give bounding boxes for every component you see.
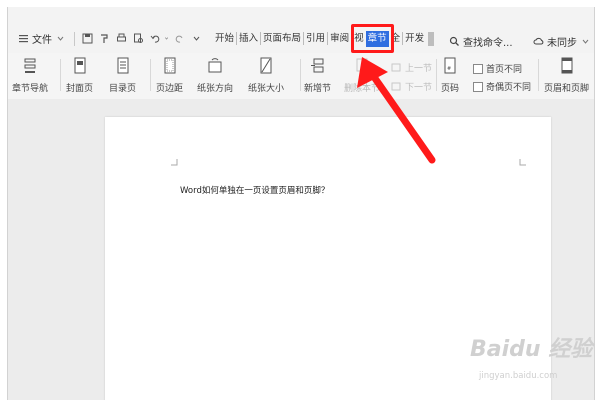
page-number-button[interactable]: # 页码	[441, 53, 459, 94]
toc-page-icon	[117, 57, 128, 74]
paper-size-icon	[260, 57, 272, 74]
chevron-down-icon	[57, 36, 64, 41]
header-footer-button[interactable]: 页眉和页脚	[544, 53, 589, 94]
margin-corner-mark	[171, 159, 178, 166]
header-footer-icon	[561, 57, 572, 74]
next-section-label: 下一节	[405, 83, 433, 93]
tab-references[interactable]: 引用	[304, 31, 327, 47]
format-painter-icon[interactable]	[99, 33, 110, 44]
margins-icon	[164, 57, 175, 74]
chevron-down-icon[interactable]	[164, 33, 171, 44]
section-navigation-icon	[24, 58, 36, 73]
save-icon[interactable]	[82, 33, 93, 44]
page-number-label: 页码	[441, 84, 460, 94]
redo-icon[interactable]	[174, 33, 185, 44]
margin-corner-mark	[519, 159, 526, 166]
divider	[150, 59, 151, 91]
divider	[60, 59, 61, 91]
file-menu-label: 文件	[32, 35, 52, 46]
orientation-icon	[208, 58, 222, 73]
cover-page-label: 封面页	[66, 84, 94, 94]
tab-scroll-handle[interactable]	[428, 31, 435, 46]
section-navigation-label: 章节导航	[12, 84, 49, 94]
previous-section-label: 上一节	[405, 64, 433, 74]
hamburger-icon	[19, 35, 28, 43]
tab-insert[interactable]: 插入	[237, 31, 260, 47]
tab-home[interactable]: 开始	[213, 31, 236, 47]
search-icon	[449, 36, 459, 46]
margins-button[interactable]: 页边距	[156, 53, 183, 94]
command-search[interactable]: 查找命令...	[446, 34, 513, 49]
previous-section-icon	[391, 63, 401, 72]
paper-size-label: 纸张大小	[248, 84, 285, 94]
section-navigation-button[interactable]: 章节导航	[12, 53, 48, 94]
odd-even-different-checkbox[interactable]: 奇偶页不同	[473, 80, 531, 93]
print-icon[interactable]	[116, 33, 127, 44]
add-section-label: 新增节	[304, 84, 332, 94]
customize-quick-access-icon[interactable]	[191, 33, 202, 44]
orientation-button[interactable]: 纸张方向	[197, 53, 233, 94]
delete-section-label: 删除本节	[344, 84, 381, 94]
first-page-different-label: 首页不同	[486, 65, 523, 75]
toc-page-button[interactable]: 目录页	[109, 53, 136, 94]
page-number-icon: #	[444, 57, 456, 74]
checkbox-box	[473, 81, 483, 92]
divider	[436, 59, 437, 91]
tab-developer[interactable]: 开发	[403, 31, 426, 47]
watermark-logo: Baidu 经验	[470, 337, 593, 362]
divider	[538, 59, 539, 91]
checkbox-box	[473, 63, 483, 74]
header-footer-label: 页眉和页脚	[544, 84, 590, 94]
file-menu[interactable]: 文件	[14, 30, 70, 48]
paper-size-button[interactable]: 纸张大小	[248, 53, 284, 94]
command-search-label: 查找命令...	[463, 38, 513, 49]
ribbon-toolbar: 章节导航 封面页 目录页 页边距 纸张方向 纸张大小 新增节 删除本节 上一节 …	[8, 53, 594, 100]
undo-icon[interactable]	[150, 33, 161, 44]
cloud-icon	[533, 37, 544, 45]
next-section-button[interactable]: 下一节	[388, 80, 432, 93]
first-page-different-checkbox[interactable]: 首页不同	[473, 62, 522, 75]
document-text[interactable]: Word如何单独在一页设置页眉和页脚？	[180, 184, 329, 196]
svg-text:#: #	[447, 66, 451, 72]
orientation-label: 纸张方向	[197, 84, 234, 94]
print-preview-icon[interactable]	[133, 33, 144, 44]
tab-review[interactable]: 审阅	[328, 31, 351, 47]
divider	[74, 31, 75, 46]
delete-section-button[interactable]: 删除本节	[344, 53, 380, 94]
divider	[300, 59, 301, 91]
add-section-icon	[310, 58, 323, 73]
sync-status[interactable]: 未同步	[530, 34, 594, 49]
chevron-down-icon	[582, 39, 589, 44]
watermark-url: jingyan.baidu.com	[479, 371, 558, 381]
previous-section-button[interactable]: 上一节	[388, 61, 432, 74]
toc-page-label: 目录页	[109, 84, 137, 94]
margins-label: 页边距	[156, 84, 184, 94]
sync-status-label: 未同步	[547, 38, 577, 49]
add-section-button[interactable]: 新增节	[304, 53, 331, 94]
delete-section-icon	[356, 58, 368, 72]
odd-even-different-label: 奇偶页不同	[486, 83, 532, 93]
next-section-icon	[391, 82, 401, 91]
annotation-highlight-box	[351, 24, 394, 53]
cover-page-icon	[74, 57, 85, 74]
tab-page-layout[interactable]: 页面布局	[261, 31, 303, 47]
cover-page-button[interactable]: 封面页	[66, 53, 93, 94]
